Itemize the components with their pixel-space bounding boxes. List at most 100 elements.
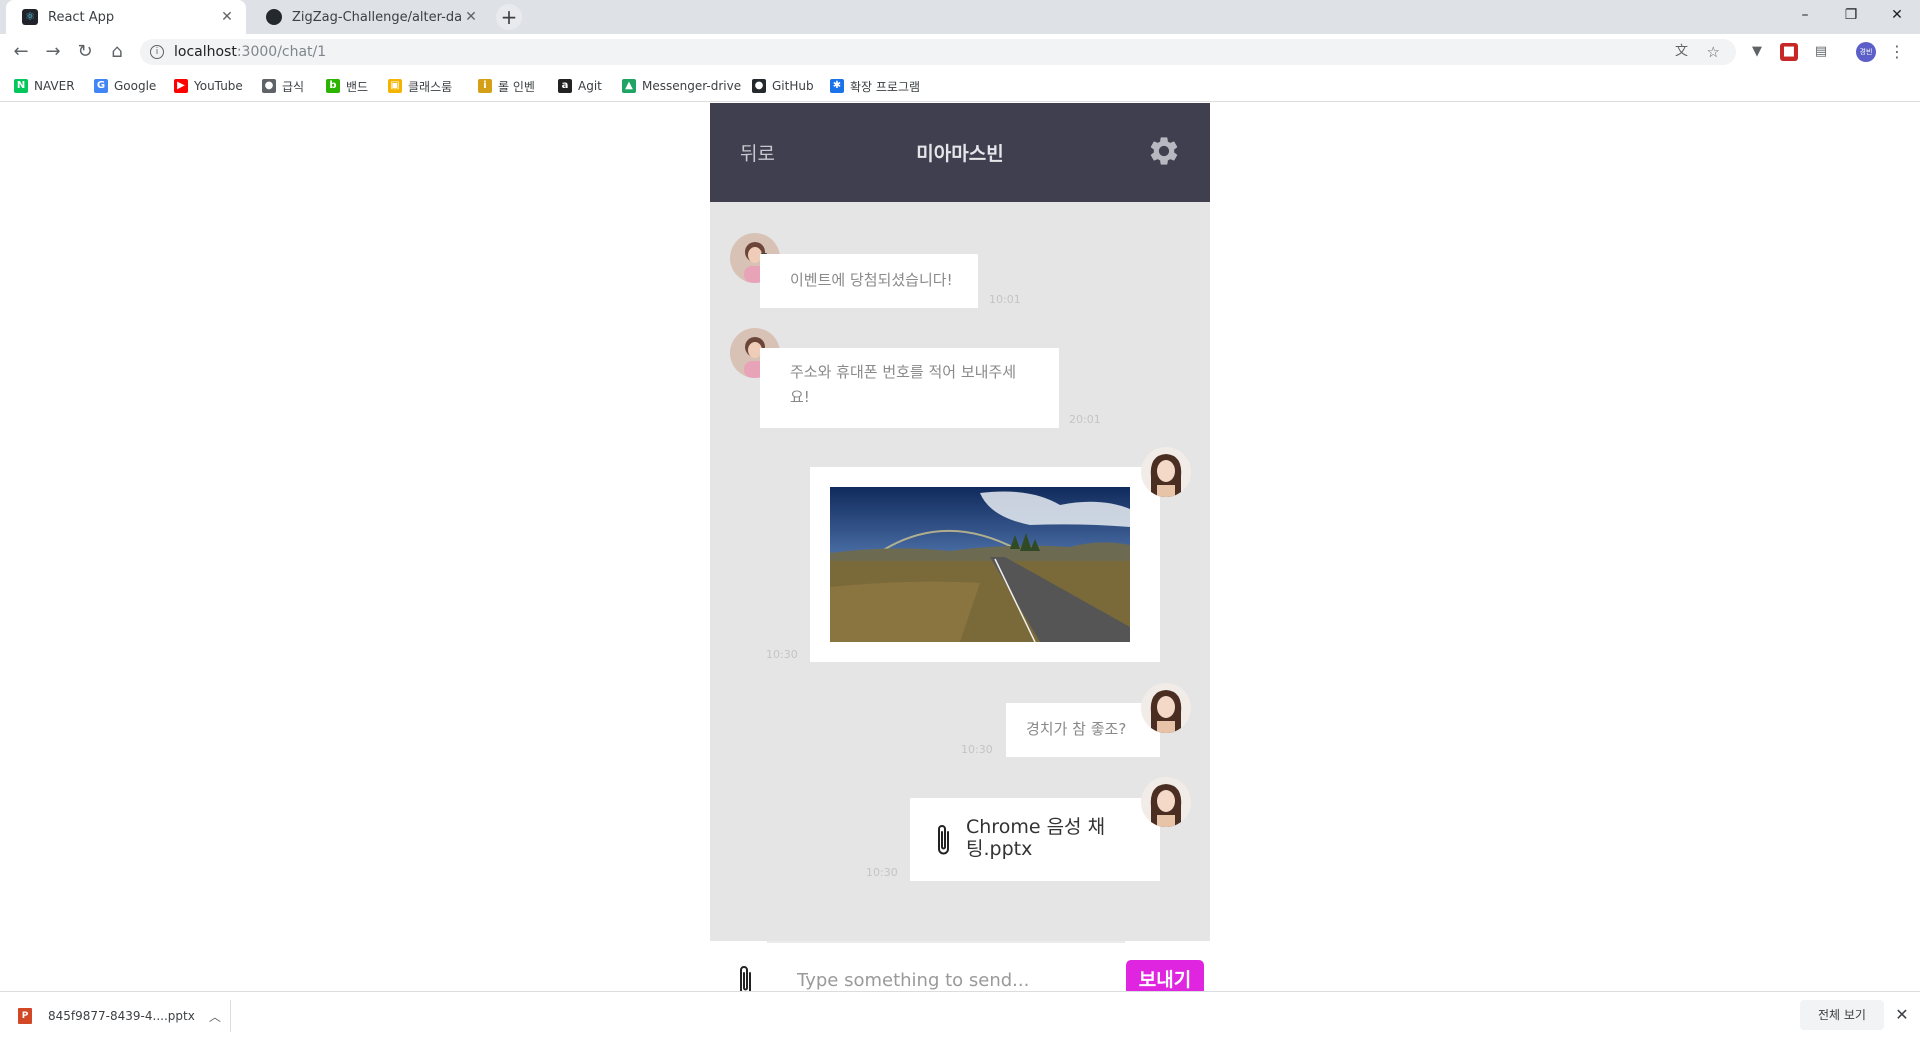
close-download-shelf-icon[interactable]: ✕: [1894, 1005, 1910, 1025]
powerpoint-file-icon: P: [18, 1008, 32, 1024]
message-time: 10:30: [961, 743, 993, 756]
send-button[interactable]: 보내기: [1126, 960, 1204, 991]
home-button[interactable]: ⌂: [106, 41, 128, 63]
back-nav-button[interactable]: ←: [10, 41, 32, 63]
message-time: 10:30: [766, 648, 798, 661]
image-message-bubble: [810, 467, 1160, 662]
bookmark-icon: G: [94, 79, 108, 93]
info-icon[interactable]: i: [150, 45, 164, 59]
menu-kebab-icon[interactable]: ⋮: [1888, 43, 1906, 61]
bookmark-label: 밴드: [346, 79, 369, 94]
show-all-downloads-button[interactable]: 전체 보기: [1800, 1000, 1884, 1030]
download-divider: [230, 1000, 231, 1032]
gear-icon[interactable]: [1147, 134, 1181, 168]
shared-image-landscape[interactable]: [830, 487, 1130, 642]
url-text[interactable]: localhost:3000/chat/1: [174, 39, 326, 65]
new-tab-button[interactable]: +: [496, 4, 522, 30]
chat-app: 뒤로 미아마스빈 이벤트에 당첨되셨습니다! 10:01 주소와 휴대폰 번호를…: [710, 103, 1210, 991]
avatar-photo: [1141, 447, 1191, 497]
bookmark-icon: ▶: [174, 79, 188, 93]
translate-icon[interactable]: 文: [1675, 39, 1688, 65]
address-bar[interactable]: i localhost:3000/chat/1 文 ☆: [140, 39, 1736, 65]
bookmark-label: 롤 인벤: [498, 79, 535, 94]
reload-button[interactable]: ↻: [74, 41, 96, 63]
bookmark-item[interactable]: a Agit: [558, 78, 602, 94]
bookmark-icon: a: [558, 79, 572, 93]
download-file-name: 845f9877-8439-4....pptx: [48, 1009, 195, 1023]
forward-nav-button[interactable]: →: [42, 41, 64, 63]
file-name: Chrome 음성 채팅.pptx: [966, 816, 1106, 860]
message-bubble: 이벤트에 당첨되셨습니다!: [760, 254, 978, 308]
bookmark-item[interactable]: i 롤 인벤: [478, 78, 535, 94]
avatar: [1141, 683, 1191, 733]
github-icon: [266, 9, 282, 25]
bookmark-item[interactable]: ▶ YouTube: [174, 78, 243, 94]
download-shelf: P 845f9877-8439-4....pptx ︿ 전체 보기 ✕: [0, 991, 1920, 1040]
bookmark-icon: i: [478, 79, 492, 93]
url-host: localhost: [174, 44, 237, 60]
bookmark-label: 클래스룸: [408, 79, 453, 94]
message-text: 주소와 휴대폰 번호를 적어 보내주세요!: [790, 363, 1017, 406]
bookmark-star-icon[interactable]: ☆: [1707, 39, 1720, 65]
bookmark-icon: ▲: [622, 79, 636, 93]
bookmark-item[interactable]: ▲ Messenger-drive: [622, 78, 741, 94]
message-text: 이벤트에 당첨되셨습니다!: [790, 271, 953, 289]
window-close-button[interactable]: ✕: [1874, 0, 1920, 30]
bookmark-item[interactable]: ● 급식: [262, 78, 304, 94]
bookmark-item[interactable]: ▣ 클래스룸: [388, 78, 452, 94]
minimize-button[interactable]: –: [1782, 0, 1828, 30]
message-time: 20:01: [1069, 413, 1101, 426]
bookmark-item[interactable]: N NAVER: [14, 78, 75, 94]
message-text: 경치가 참 좋조?: [1026, 720, 1127, 738]
bookmark-item[interactable]: b 밴드: [326, 78, 368, 94]
file-message-bubble[interactable]: Chrome 음성 채팅.pptx: [910, 798, 1160, 881]
avatar: [1141, 777, 1191, 827]
tab-close-icon[interactable]: ✕: [218, 9, 236, 25]
bookmark-icon: ●: [752, 79, 766, 93]
avatar-photo: [1141, 683, 1191, 733]
bookmark-label: Google: [114, 79, 157, 93]
tab-react-app[interactable]: ⚛ React App ✕: [6, 0, 246, 34]
avatar-photo: [1141, 777, 1191, 827]
avatar: [1141, 447, 1191, 497]
bookmark-item[interactable]: ● GitHub: [752, 78, 814, 94]
tab-strip: ⚛ React App ✕ ZigZag-Challenge/alter-dat…: [0, 0, 1920, 34]
bookmark-label: Agit: [578, 79, 602, 93]
tab-title: React App: [48, 9, 115, 25]
url-path: :3000/chat/1: [236, 44, 327, 60]
tab-github[interactable]: ZigZag-Challenge/alter-date-for ✕: [250, 0, 490, 34]
bookmark-label: GitHub: [772, 79, 814, 93]
download-item[interactable]: P 845f9877-8439-4....pptx ︿: [18, 1004, 221, 1028]
attach-paperclip-icon[interactable]: [738, 963, 754, 991]
tab-title: ZigZag-Challenge/alter-date-for: [292, 9, 462, 25]
chevron-up-icon[interactable]: ︿: [209, 1008, 221, 1025]
bookmark-icon: b: [326, 79, 340, 93]
restore-button[interactable]: ❐: [1828, 0, 1874, 30]
bookmark-label: 확장 프로그램: [850, 79, 921, 94]
bookmark-label: 급식: [282, 79, 305, 94]
extension-layout-icon[interactable]: ▤: [1812, 43, 1830, 61]
chat-header: 뒤로 미아마스빈: [710, 103, 1210, 202]
message-time: 10:30: [866, 866, 898, 879]
paperclip-icon: [938, 825, 949, 855]
tab-close-icon[interactable]: ✕: [462, 9, 480, 25]
browser-toolbar: ← → ↻ ⌂ i localhost:3000/chat/1 文 ☆ ▼ ■ …: [0, 34, 1920, 70]
bookmarks-bar: N NAVER G Google ▶ YouTube ● 급식 b 밴드 ▣ 클래스룸 i 롤 인벤 a Ag…: [0, 70, 1920, 102]
extension-v-icon[interactable]: ▼: [1748, 43, 1766, 61]
profile-avatar[interactable]: 경빈: [1856, 42, 1876, 62]
bookmark-icon: N: [14, 79, 28, 93]
extension-red-icon[interactable]: ■: [1780, 43, 1798, 61]
message-input[interactable]: [797, 967, 1117, 991]
react-icon: ⚛: [22, 9, 38, 25]
bookmark-item[interactable]: G Google: [94, 78, 156, 94]
message-bubble: 주소와 휴대폰 번호를 적어 보내주세요!: [760, 348, 1059, 428]
bookmark-item[interactable]: ✱ 확장 프로그램: [830, 78, 920, 94]
bookmark-label: Messenger-drive: [642, 79, 742, 93]
message-time: 10:01: [989, 293, 1021, 306]
bookmark-label: NAVER: [34, 79, 75, 93]
bookmark-icon: ●: [262, 79, 276, 93]
bookmark-label: YouTube: [194, 79, 243, 93]
message-bubble: 경치가 참 좋조?: [1006, 703, 1160, 757]
chat-room-title: 미아마스빈: [916, 143, 1004, 165]
composer-divider: [767, 941, 1125, 943]
